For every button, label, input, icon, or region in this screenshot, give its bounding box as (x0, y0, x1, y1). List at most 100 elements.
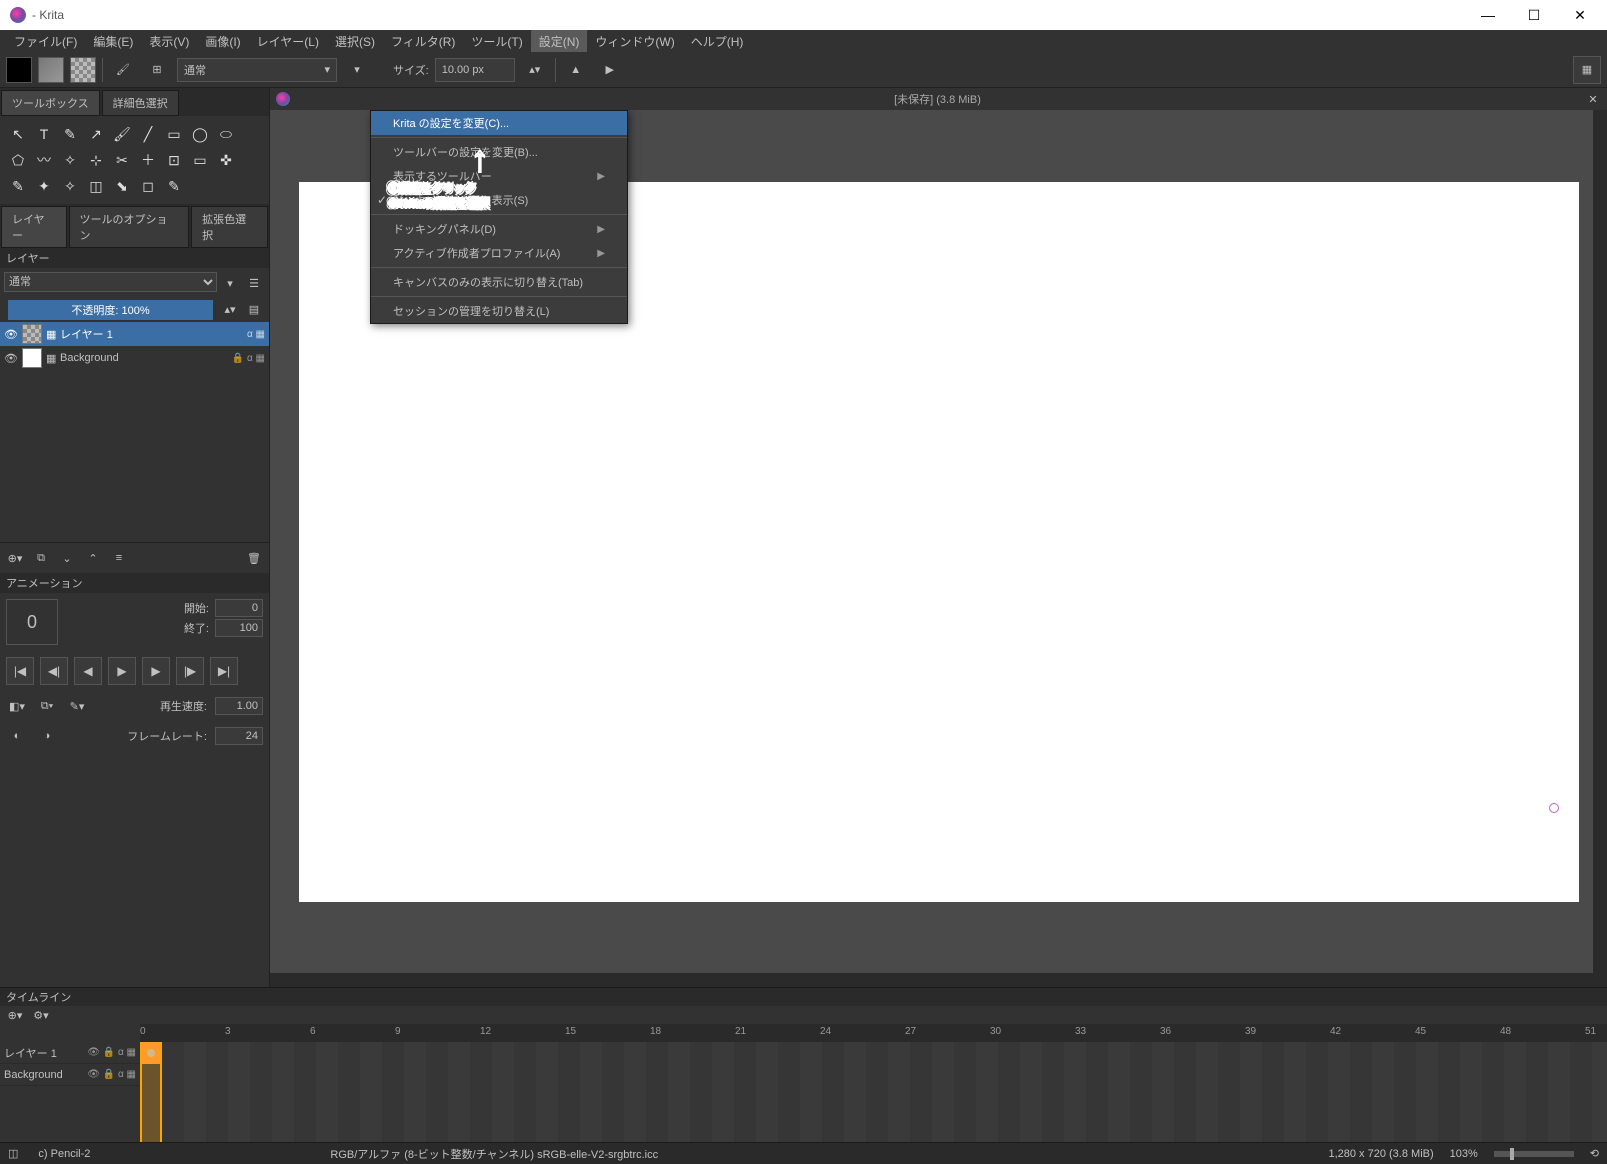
tool-5[interactable]: ╱ (136, 122, 160, 146)
blend-mode-select[interactable]: 通常▾ (177, 58, 337, 82)
menu-item[interactable]: セッションの管理を切り替え(L) (371, 299, 627, 323)
tool-17[interactable]: ✜ (214, 148, 238, 172)
gradient-swatch[interactable] (38, 57, 64, 83)
tool-0[interactable]: ↖ (6, 122, 30, 146)
menu-9[interactable]: ウィンドウ(W) (587, 30, 682, 52)
tool-9[interactable]: ⬠ (6, 148, 30, 172)
duplicate-layer-button[interactable]: ⧉ (30, 547, 52, 569)
tool-12[interactable]: ⊹ (84, 148, 108, 172)
tl-add-button[interactable]: ⊕▾ (4, 1004, 26, 1026)
anim-option-button[interactable]: ⧉▾ (36, 695, 58, 717)
layer-blend-select[interactable]: 通常 (4, 272, 217, 292)
menu-3[interactable]: 画像(I) (197, 30, 248, 52)
timeline-track[interactable]: Background👁 🔒 α ▦ (0, 1064, 140, 1086)
layers-tab[interactable]: レイヤー (1, 206, 67, 248)
menu-2[interactable]: 表示(V) (141, 30, 197, 52)
layer-props-button[interactable]: ≡ (108, 547, 130, 569)
tool-7[interactable]: ◯ (188, 122, 212, 146)
prev-key-button[interactable]: ◀| (40, 657, 68, 685)
move-up-button[interactable]: ⌃ (82, 547, 104, 569)
onion-fill-button[interactable]: ◐ (6, 725, 28, 747)
tool-24[interactable]: ✎ (162, 174, 186, 198)
timeline-ruler[interactable]: 03691215182124273033363942454851 (140, 1024, 1607, 1042)
mirror-h-button[interactable]: ▲ (562, 56, 590, 84)
menu-6[interactable]: フィルタ(R) (383, 30, 463, 52)
tool-22[interactable]: ⬊ (110, 174, 134, 198)
anim-start-input[interactable]: 0 (215, 599, 263, 617)
tool-14[interactable]: ＋ (136, 148, 160, 172)
menu-item[interactable]: ドッキングパネルを表示(S) (371, 188, 627, 212)
pattern-swatch[interactable] (70, 57, 96, 83)
goto-end-button[interactable]: ▶| (210, 657, 238, 685)
menu-item[interactable]: アクティブ作成者プロファイル(A)▶ (371, 241, 627, 265)
tool-options-tab[interactable]: ツールのオプション (69, 206, 190, 248)
tool-15[interactable]: ⊡ (162, 148, 186, 172)
layer-filter-button[interactable]: ▾ (219, 272, 241, 294)
add-layer-button[interactable]: ⊕▾ (4, 547, 26, 569)
menu-8[interactable]: 設定(N) (531, 30, 588, 52)
menu-item[interactable]: ツールバーの設定を変更(B)... (371, 140, 627, 164)
horizontal-scrollbar[interactable] (270, 973, 1607, 987)
toolbox-tab[interactable]: ツールボックス (1, 90, 100, 116)
delete-layer-button[interactable]: 🗑 (243, 547, 265, 569)
close-button[interactable]: ✕ (1557, 0, 1603, 30)
timeline-track[interactable]: レイヤー 1👁 🔒 α ▦ (0, 1042, 140, 1064)
layer-opacity-slider[interactable]: 不透明度: 100% (8, 300, 213, 320)
vertical-scrollbar[interactable] (1593, 110, 1607, 973)
tool-1[interactable]: T (32, 122, 56, 146)
tool-10[interactable]: 〰 (32, 148, 56, 172)
ext-color-tab[interactable]: 拡張色選択 (191, 206, 268, 248)
maximize-button[interactable]: ☐ (1511, 0, 1557, 30)
goto-start-button[interactable]: |◀ (6, 657, 34, 685)
menu-0[interactable]: ファイル(F) (6, 30, 85, 52)
fg-color-swatch[interactable] (6, 57, 32, 83)
menu-item[interactable]: ドッキングパネル(D)▶ (371, 217, 627, 241)
tool-16[interactable]: ▭ (188, 148, 212, 172)
tool-2[interactable]: ✎ (58, 122, 82, 146)
tool-4[interactable]: 🖌 (110, 122, 134, 146)
play-speed-input[interactable]: 1.00 (215, 697, 263, 715)
next-key-button[interactable]: |▶ (176, 657, 204, 685)
tool-6[interactable]: ▭ (162, 122, 186, 146)
menu-5[interactable]: 選択(S) (327, 30, 383, 52)
current-frame-display[interactable]: 0 (6, 599, 58, 645)
tool-3[interactable]: ↗ (84, 122, 108, 146)
tool-18[interactable]: ✎ (6, 174, 30, 198)
prev-frame-button[interactable]: ◀ (74, 657, 102, 685)
onion-skin-button[interactable]: ◧▾ (6, 695, 28, 717)
visibility-icon[interactable]: 👁 (4, 352, 18, 365)
play-button[interactable]: ▶ (108, 657, 136, 685)
tool-13[interactable]: ✂ (110, 148, 134, 172)
anim-drop-button[interactable]: ✎▾ (66, 695, 88, 717)
menu-1[interactable]: 編集(E) (85, 30, 141, 52)
tool-11[interactable]: ✧ (58, 148, 82, 172)
next-frame-button[interactable]: ▶ (142, 657, 170, 685)
tl-opts-button[interactable]: ⚙▾ (30, 1004, 52, 1026)
tool-8[interactable]: ⬭ (214, 122, 238, 146)
menu-10[interactable]: ヘルプ(H) (683, 30, 752, 52)
visibility-icon[interactable]: 👁 (4, 328, 18, 341)
tool-23[interactable]: ◻ (136, 174, 160, 198)
tool-20[interactable]: ✧ (58, 174, 82, 198)
opacity-stepper[interactable]: ▴▾ (219, 298, 241, 320)
brush-size-input[interactable]: 10.00 px (435, 58, 515, 82)
timeline-playhead[interactable] (140, 1042, 162, 1142)
color-selector-tab[interactable]: 詳細色選択 (102, 90, 179, 116)
brush-editor-button[interactable]: ⊞ (143, 56, 171, 84)
brush-preset-button[interactable]: 🖌 (109, 56, 137, 84)
workspace-button[interactable]: ▦ (1573, 56, 1601, 84)
layer-row[interactable]: 👁 ▦ レイヤー 1 α ▦ (0, 322, 269, 346)
layer-row[interactable]: 👁 ▦ Background 🔒 α ▦ (0, 346, 269, 370)
onion-color-button[interactable]: ◑ (36, 725, 58, 747)
layer-menu-button[interactable]: ☰ (243, 272, 265, 294)
menu-item[interactable]: Krita の設定を変更(C)... (371, 111, 627, 135)
move-down-button[interactable]: ⌄ (56, 547, 78, 569)
timeline-grid[interactable] (140, 1042, 1607, 1142)
opacity-menu[interactable]: ▤ (243, 298, 265, 320)
zoom-slider[interactable] (1494, 1151, 1574, 1157)
menu-item[interactable]: 表示するツールバー▶ (371, 164, 627, 188)
tool-21[interactable]: ◫ (84, 174, 108, 198)
size-stepper[interactable]: ▴▾ (521, 56, 549, 84)
close-document-button[interactable]: ✕ (1585, 93, 1601, 106)
menu-4[interactable]: レイヤー(L) (249, 30, 327, 52)
